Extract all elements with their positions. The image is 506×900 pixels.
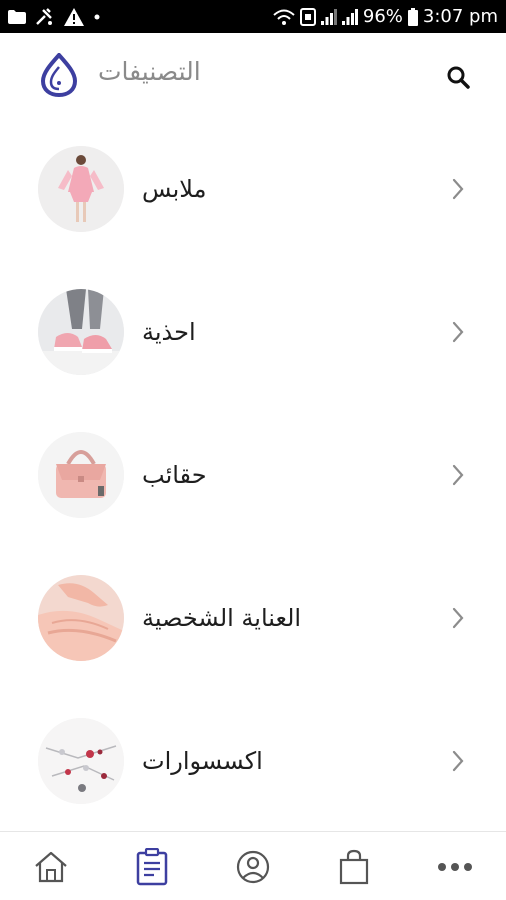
warning-icon — [64, 7, 84, 26]
category-label: احذية — [142, 317, 196, 346]
chevron-right-icon — [450, 605, 466, 631]
category-item-shoes[interactable]: احذية — [0, 260, 506, 403]
category-label: حقائب — [142, 460, 207, 489]
category-list: ملابس احذية حقائب العناية الشخصية اكسسوا… — [0, 117, 506, 830]
category-label: اكسسوارات — [142, 746, 263, 775]
brand-logo-icon[interactable] — [40, 52, 78, 98]
category-item-personal-care[interactable]: العناية الشخصية — [0, 546, 506, 689]
search-icon[interactable] — [444, 63, 472, 91]
dot-icon — [93, 13, 101, 21]
account-icon[interactable] — [223, 832, 283, 900]
status-right-icons: 96% 3:07 pm — [273, 0, 498, 33]
category-label: ملابس — [142, 174, 207, 203]
chevron-right-icon — [450, 319, 466, 345]
tools-icon — [35, 7, 55, 26]
signal-icon — [320, 8, 337, 25]
shoes-image — [38, 289, 124, 375]
chevron-right-icon — [450, 176, 466, 202]
battery-icon — [407, 7, 418, 26]
status-bar: 96% 3:07 pm — [0, 0, 506, 33]
home-icon[interactable] — [21, 832, 81, 900]
status-left-icons — [8, 0, 101, 33]
chevron-right-icon — [450, 462, 466, 488]
category-item-clothing[interactable]: ملابس — [0, 117, 506, 260]
category-label: العناية الشخصية — [142, 603, 302, 632]
categories-icon[interactable] — [122, 832, 182, 900]
folder-icon — [8, 9, 26, 24]
more-icon[interactable] — [425, 832, 485, 900]
clothing-image — [38, 146, 124, 232]
app-header: التصنيفات — [0, 33, 506, 117]
sim-icon — [299, 7, 316, 26]
wifi-call-icon — [273, 8, 295, 26]
page-title: التصنيفات — [98, 57, 201, 86]
status-time: 3:07 pm — [422, 6, 498, 27]
chevron-right-icon — [450, 748, 466, 774]
bottom-nav — [0, 831, 506, 900]
category-item-bags[interactable]: حقائب — [0, 403, 506, 546]
signal-icon — [341, 8, 358, 25]
bags-image — [38, 432, 124, 518]
personal-care-image — [38, 575, 124, 661]
accessories-image — [38, 718, 124, 804]
category-item-accessories[interactable]: اكسسوارات — [0, 689, 506, 832]
battery-percent: 96% — [362, 6, 403, 27]
cart-icon[interactable] — [324, 832, 384, 900]
